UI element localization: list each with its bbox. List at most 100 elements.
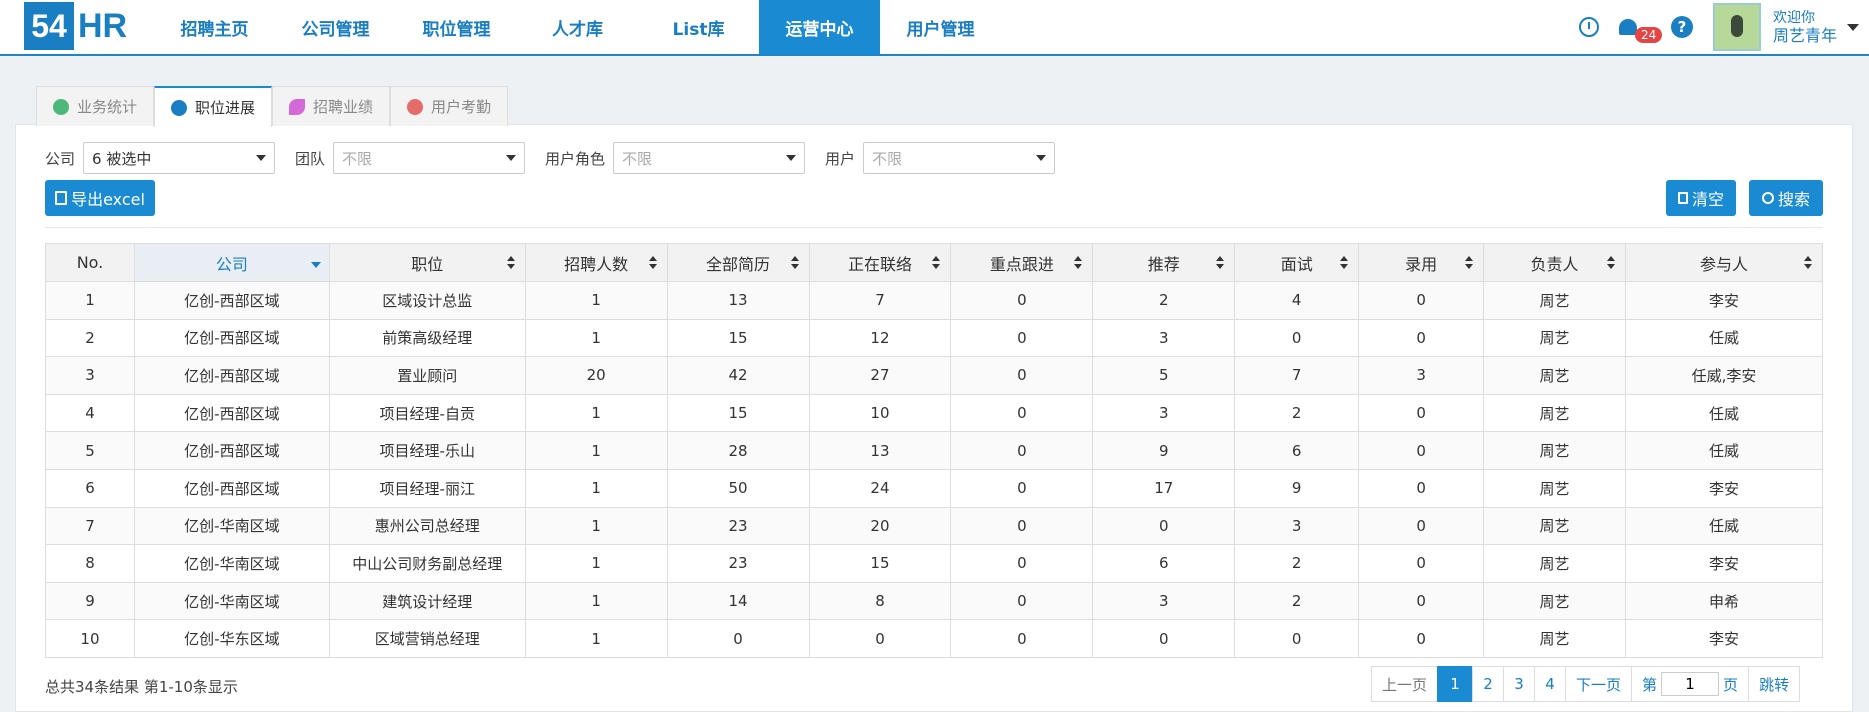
page-button-2[interactable]: 2 [1472, 666, 1505, 702]
table-cell: 4 [45, 393, 135, 433]
col-header-label: 全部简历 [706, 254, 771, 274]
user-select[interactable]: 不限 [863, 142, 1056, 174]
table-row[interactable]: 5 亿创-西部区域 项目经理-乐山 1 28 13 0 9 6 0 周艺 任威 [45, 431, 1824, 470]
page-button-3[interactable]: 3 [1503, 666, 1536, 702]
table-body: 1 亿创-西部区域 区域设计总监 1 13 7 0 2 4 0 周艺 李安 2 亿创-西部区域 前策高级经理… [45, 281, 1824, 658]
nav-item-list[interactable]: List库 [638, 0, 759, 54]
col-header-interview[interactable]: 面试 [1234, 243, 1360, 282]
table-row[interactable]: 1 亿创-西部区域 区域设计总监 1 13 7 0 2 4 0 周艺 李安 [45, 281, 1824, 320]
table-cell: 0 [1358, 318, 1485, 358]
export-excel-button[interactable]: 导出excel [45, 180, 155, 216]
tab-business-stats[interactable]: 业务统计 [36, 86, 155, 126]
results-summary: 总共34条结果 第1-10条显示 [45, 678, 238, 696]
table-row[interactable]: 3 亿创-西部区域 置业顾问 20 42 27 0 5 7 3 周艺 任威,李安 [45, 356, 1824, 395]
table-cell: 周艺 [1483, 393, 1626, 433]
prev-page-button[interactable]: 上一页 [1371, 666, 1439, 702]
page-button-4[interactable]: 4 [1534, 666, 1567, 702]
table-row[interactable]: 2 亿创-西部区域 前策高级经理 1 15 12 0 3 0 0 周艺 任威 [45, 318, 1824, 358]
nav-item-company[interactable]: 公司管理 [275, 0, 396, 54]
next-page-button[interactable]: 下一页 [1565, 666, 1633, 702]
table-cell: 1 [524, 468, 668, 508]
col-header-headcount[interactable]: 招聘人数 [524, 243, 668, 282]
nav-item-home[interactable]: 招聘主页 [154, 0, 275, 54]
table-cell: 亿创-西部区域 [133, 431, 330, 470]
table-cell: 1 [524, 544, 668, 583]
avatar[interactable] [1712, 3, 1761, 51]
team-select[interactable]: 不限 [333, 142, 526, 174]
tab-label: 用户考勤 [431, 98, 492, 116]
table-cell: 2 [1234, 544, 1360, 583]
col-header-all-resumes[interactable]: 全部简历 [666, 243, 810, 282]
table-cell: 6 [1092, 544, 1236, 583]
company-select[interactable]: 6 被选中 [83, 142, 276, 174]
user-label: 用户 [825, 149, 856, 168]
table-cell: 亿创-西部区域 [133, 318, 330, 358]
table-cell: 1 [524, 506, 668, 546]
nav-item-users[interactable]: 用户管理 [880, 0, 1001, 54]
table-cell: 0 [1358, 431, 1485, 470]
col-header-label: 正在联络 [847, 254, 912, 274]
user-menu[interactable]: 欢迎你 周艺青年 [1773, 9, 1837, 45]
table-cell: 0 [1358, 619, 1485, 658]
table-cell: 10 [808, 393, 952, 433]
table-row[interactable]: 8 亿创-华南区域 中山公司财务副总经理 1 23 15 0 6 2 0 周艺 李安 [45, 544, 1824, 583]
table-cell: 20 [808, 506, 952, 546]
table-cell: 6 [45, 468, 135, 508]
notifications-button[interactable]: 24 [1618, 19, 1663, 43]
goto-prefix: 第 [1642, 675, 1658, 694]
table-cell: 7 [45, 506, 135, 546]
goto-page-input[interactable] [1661, 672, 1720, 696]
col-header-position[interactable]: 职位 [328, 243, 526, 282]
table-cell: 0 [1358, 393, 1485, 433]
table-cell: 17 [1092, 468, 1236, 508]
table-row[interactable]: 4 亿创-西部区域 项目经理-自贡 1 15 10 0 3 2 0 周艺 任威 [45, 393, 1824, 433]
col-header-key-followup[interactable]: 重点跟进 [950, 243, 1094, 282]
table-cell: 1 [524, 431, 668, 470]
welcome-text: 欢迎你 [1772, 10, 1815, 26]
filter-bar: 公司 6 被选中 团队 不限 用户角色 不限 用户 不限 [45, 142, 1075, 174]
clear-label: 清空 [1691, 190, 1724, 209]
nav-item-talent[interactable]: 人才库 [517, 0, 638, 54]
logo-number: 54 [24, 2, 74, 50]
col-header-company[interactable]: 公司 [133, 243, 330, 282]
table-cell: 50 [666, 468, 810, 508]
table-cell: 15 [666, 393, 810, 433]
table-cell: 2 [45, 318, 135, 358]
tab-recruit-performance[interactable]: 招聘业绩 [272, 86, 391, 126]
table-row[interactable]: 10 亿创-华东区域 区域营销总经理 1 0 0 0 0 0 0 周艺 李安 [45, 619, 1824, 658]
col-header-owner[interactable]: 负责人 [1483, 243, 1626, 282]
clear-button[interactable]: 清空 [1666, 180, 1736, 216]
help-icon[interactable]: ? [1670, 16, 1693, 38]
clock-icon[interactable] [1578, 17, 1599, 37]
col-header-hired[interactable]: 录用 [1358, 243, 1485, 282]
table-row[interactable]: 6 亿创-西部区域 项目经理-丽江 1 50 24 0 17 9 0 周艺 李安 [45, 468, 1824, 508]
col-header-contacting[interactable]: 正在联络 [808, 243, 952, 282]
tab-attendance[interactable]: 用户考勤 [390, 86, 509, 126]
tab-position-progress[interactable]: 职位进展 [154, 86, 273, 127]
page-button-1[interactable]: 1 [1437, 666, 1474, 702]
jump-button[interactable]: 跳转 [1748, 666, 1801, 702]
table-cell: 0 [950, 581, 1094, 621]
col-header-participants[interactable]: 参与人 [1624, 243, 1824, 282]
table-cell: 任威 [1624, 431, 1824, 470]
table-cell: 亿创-华南区域 [133, 506, 330, 546]
sort-icon [1606, 256, 1615, 270]
chevron-down-icon[interactable] [1847, 23, 1859, 31]
table-cell: 0 [1092, 619, 1236, 658]
nav-item-operations[interactable]: 运营中心 [759, 0, 880, 54]
table-cell: 李安 [1624, 619, 1824, 658]
table-cell: 区域设计总监 [328, 281, 526, 320]
nav-item-positions[interactable]: 职位管理 [396, 0, 517, 54]
sort-icon [506, 256, 515, 270]
table-cell: 3 [1092, 393, 1236, 433]
table-cell: 9 [45, 581, 135, 621]
user-icon [53, 98, 69, 115]
table-row[interactable]: 9 亿创-华南区域 建筑设计经理 1 14 8 0 3 2 0 周艺 申希 [45, 581, 1824, 621]
col-header-recommended[interactable]: 推荐 [1092, 243, 1236, 282]
role-select[interactable]: 不限 [613, 142, 806, 174]
logo[interactable]: 54 HR [24, 2, 127, 50]
table-row[interactable]: 7 亿创-华南区域 惠州公司总经理 1 23 20 0 0 3 0 周艺 任威 [45, 506, 1824, 546]
table-cell: 任威 [1624, 393, 1824, 433]
top-navbar: 54 HR 招聘主页 公司管理 职位管理 人才库 List库 运营中心 用户管理… [0, 0, 1869, 56]
search-button[interactable]: 搜索 [1749, 180, 1823, 216]
